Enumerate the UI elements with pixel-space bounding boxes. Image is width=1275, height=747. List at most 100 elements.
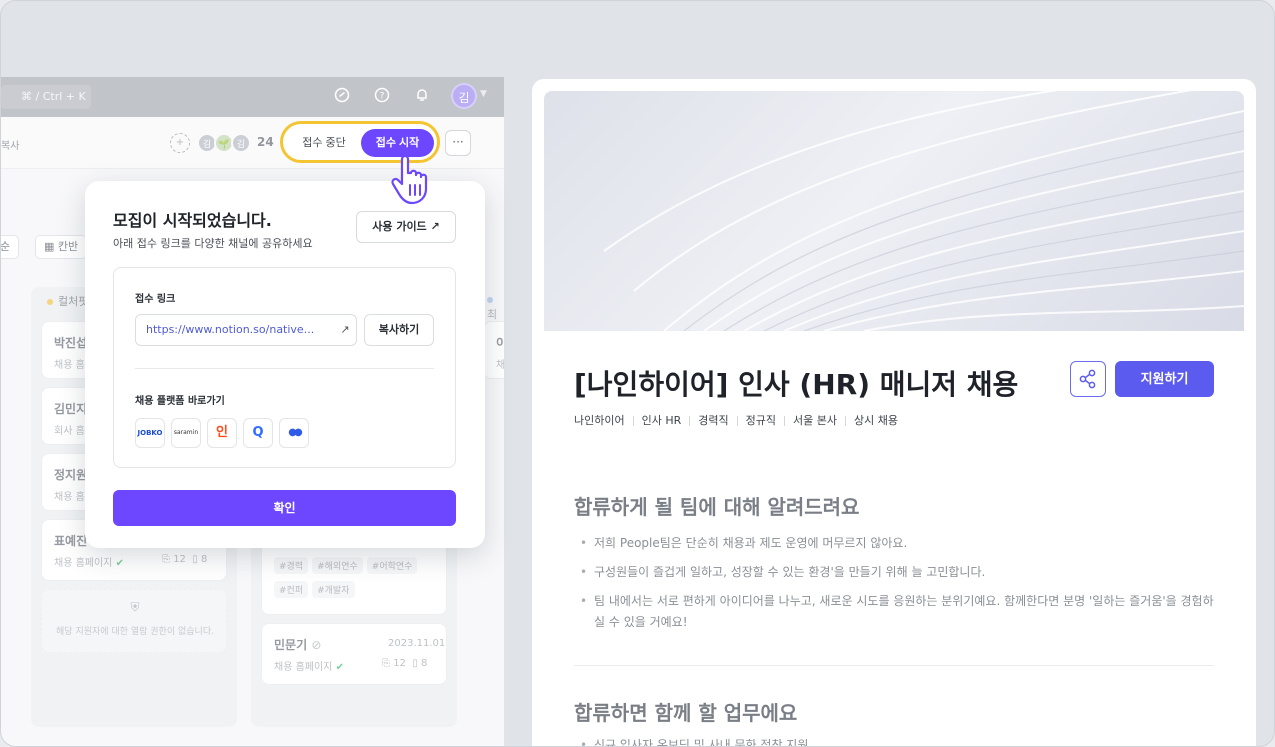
comment-icon: ⎘ <box>162 554 174 565</box>
saramin-logo[interactable]: saramin <box>171 418 201 448</box>
comment-count: 12 <box>393 658 406 669</box>
file-count: 8 <box>420 658 428 669</box>
list-item: 구성원들이 즐겁게 일하고, 성장할 수 있는 환경'을 만들기 위해 늘 고민… <box>580 562 1220 583</box>
chevron-down-icon[interactable]: ▼ <box>480 89 487 99</box>
source-text: 채용 홈페이지 <box>274 662 333 673</box>
meta-separator <box>689 416 691 426</box>
kanban-label: 칸반 <box>57 240 79 253</box>
tag: #컨퍼 <box>274 581 309 598</box>
stop-receipt-button[interactable]: 접수 중단 <box>289 130 359 156</box>
meta-career: 경력직 <box>698 414 729 427</box>
svg-text:?: ? <box>380 92 385 102</box>
platform-q-logo[interactable]: Q <box>243 418 273 448</box>
meta-location: 서울 본사 <box>793 414 837 427</box>
bell-icon[interactable] <box>413 87 431 105</box>
external-link-icon[interactable]: ↗ <box>335 315 355 345</box>
card-date: 2023.11.01 <box>388 638 446 649</box>
platforms-label: 채용 플랫폼 바로가기 <box>135 396 225 407</box>
name-text: 민문기 <box>274 638 308 652</box>
view-chip-list[interactable]: 순 <box>1 235 20 259</box>
applicant-source: 채용 홈 <box>54 360 85 371</box>
confirm-button[interactable]: 확인 <box>113 490 456 526</box>
applicant-name: 이 <box>496 334 504 351</box>
job-posting-page: [나인하이어] 인사 (HR) 매니저 채용 지원하기 나인하이어 인사 HR 경력… <box>532 79 1256 746</box>
meta-hiring-type: 상시 채용 <box>854 414 898 427</box>
file-icon: ▯ <box>412 658 421 669</box>
platform-dots-logo[interactable]: ●● <box>279 418 309 448</box>
hero-banner <box>544 91 1244 331</box>
column-name: 컬처핏 <box>58 295 89 308</box>
copy-link-button[interactable]: 복사하기 <box>364 314 434 346</box>
help-icon[interactable]: ? <box>373 87 391 105</box>
meta-separator <box>632 416 634 426</box>
section-team-title: 합류하게 될 팀에 대해 알려드려요 <box>574 495 860 519</box>
share-button[interactable] <box>1070 361 1106 397</box>
apply-button[interactable]: 지원하기 <box>1115 361 1214 397</box>
verified-icon: ✔ <box>115 558 124 569</box>
list-item: 팀 내에서는 서로 편하게 아이디어를 나누고, 새로운 시도를 응원하는 분위… <box>580 591 1220 633</box>
column-dot <box>487 297 493 303</box>
work-bullet-list: 신규 입사자 온보딩 및 사내 문화 정착 지원 <box>580 735 1220 746</box>
add-person-icon[interactable]: + <box>170 133 190 153</box>
popover-title: 모집이 시작되었습니다. <box>113 211 272 230</box>
kanban-icon: ▦ <box>44 240 58 253</box>
list-item: 저희 People팀은 단순히 채용과 제도 운영에 머무르지 않아요. <box>580 533 1220 554</box>
meta-company: 나인하이어 <box>574 414 625 427</box>
meta-separator <box>784 416 786 426</box>
member-count: 24 <box>257 135 274 149</box>
applicant-card-peek[interactable]: 이 채 <box>483 321 504 379</box>
card-counts: ⎘ 12 ▯ 8 <box>382 658 427 669</box>
divider <box>135 368 434 369</box>
applicant-source: 채용 홈 <box>54 492 85 503</box>
meta-job-category: 인사 HR <box>641 414 682 427</box>
guide-label: 사용 가이드 <box>372 220 427 233</box>
comment-icon: ⎘ <box>382 658 394 669</box>
applicant-source: 채 <box>496 356 504 371</box>
receipt-link-field[interactable]: https://www.notion.so/native... ↗ <box>135 314 357 346</box>
section-work-title: 합류하면 함께 할 업무에요 <box>574 701 798 725</box>
column-dot <box>47 299 53 305</box>
tag: #경력 <box>274 557 309 574</box>
applicant-card[interactable]: 민문기 ⊘ 2023.11.01 채용 홈페이지 ✔ ⎘ 12 ▯ 8 <box>261 623 447 685</box>
meta-separator <box>845 416 846 426</box>
tag-list: #경력 #해외연수 #어학연수 #컨퍼 #개발자 <box>274 554 444 602</box>
app-topbar: ⌘ / Ctrl + K ? 김 ▼ <box>1 77 504 117</box>
window-frame: ⌘ / Ctrl + K ? 김 ▼ 복사 + 김 🌱 김 24 순 ▦ 칸반 <box>0 0 1275 747</box>
file-icon: ▯ <box>192 554 201 565</box>
more-options-button[interactable]: ··· <box>445 130 471 156</box>
jobkorea-logo[interactable]: JOBKO <box>135 418 165 448</box>
file-count: 8 <box>200 554 208 565</box>
job-meta: 나인하이어 인사 HR 경력직 정규직 서울 본사 상시 채용 <box>574 412 898 428</box>
hand-cursor-icon <box>385 151 441 207</box>
tag: #개발자 <box>312 581 355 598</box>
view-chip-kanban[interactable]: ▦ 칸반 <box>35 235 88 259</box>
applicant-name: 정지원 <box>54 468 88 482</box>
recruit-started-popover: 모집이 시작되었습니다. 아래 접수 링크를 다양한 채널에 공유하세요 사용 … <box>85 181 485 548</box>
column-header-peek: 최 <box>487 293 504 322</box>
applicant-card-tags[interactable]: #경력 #해외연수 #어학연수 #컨퍼 #개발자 <box>261 541 447 615</box>
comment-count: 12 <box>173 554 186 565</box>
user-guide-button[interactable]: 사용 가이드 ↗ <box>356 211 456 243</box>
copy-label[interactable]: 복사 <box>1 137 19 152</box>
card-counts: ⎘ 12 ▯ 8 <box>162 554 207 565</box>
search-shortcut[interactable]: ⌘ / Ctrl + K <box>1 85 91 109</box>
job-title: [나인하이어] 인사 (HR) 매니저 채용 <box>574 368 1019 401</box>
applicant-source: 채용 홈페이지 ✔ <box>54 554 124 569</box>
source-text: 채용 홈페이지 <box>54 558 113 569</box>
meta-separator <box>736 416 738 426</box>
applicant-source: 회사 홈 <box>54 426 85 437</box>
user-avatar[interactable]: 김 <box>451 83 477 109</box>
blocked-icon: ⊘ <box>311 638 322 652</box>
link-label: 접수 링크 <box>135 294 176 305</box>
chat-icon[interactable] <box>333 87 351 105</box>
member-avatar: 김 <box>231 133 251 153</box>
wave-pattern <box>603 91 1244 331</box>
incruit-logo[interactable]: 인 <box>207 418 237 448</box>
link-value: https://www.notion.so/native... <box>146 323 315 336</box>
applicant-name: 박진섭 <box>54 336 88 350</box>
applicant-source: 채용 홈페이지 ✔ <box>274 658 344 673</box>
applicant-name: 민문기 ⊘ <box>274 636 321 653</box>
column-header: 컬처핏 <box>47 293 88 309</box>
applicant-name: 김민지 <box>54 402 88 416</box>
verified-icon: ✔ <box>335 662 344 673</box>
